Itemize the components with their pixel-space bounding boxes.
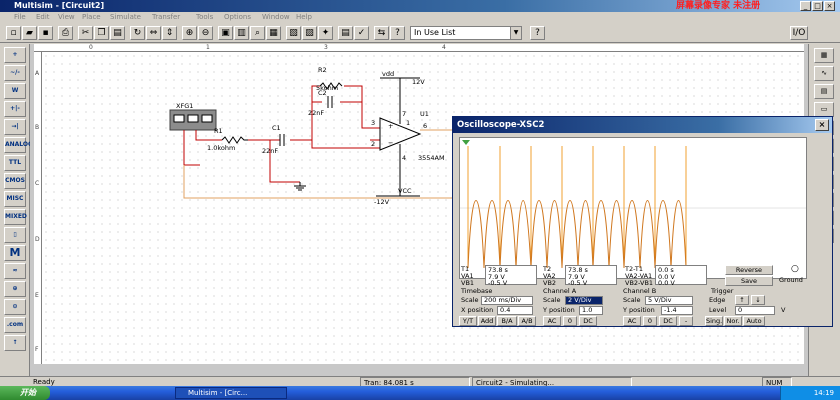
svg-text:3: 3 (371, 119, 375, 127)
rising-edge-icon[interactable]: ↑ (735, 295, 749, 305)
channel-b-y-position-field[interactable]: -1.4 (661, 306, 693, 315)
ba-mode-button[interactable]: B/A (497, 316, 517, 326)
svg-text:−: − (388, 139, 393, 147)
timebase-title: Timebase (461, 287, 493, 295)
close-icon[interactable]: × (815, 119, 829, 131)
svg-text:4: 4 (402, 154, 406, 162)
reverse-button[interactable]: Reverse (725, 265, 773, 275)
c2-value: 22nF (308, 109, 324, 117)
auto-trigger-button[interactable]: Auto (743, 316, 765, 326)
taskbar: 开始 Multisim - [Circ... 14:19 (0, 386, 840, 400)
vcc-voltage: -12V (374, 198, 390, 206)
channel-b-ac-button[interactable]: AC (623, 316, 641, 326)
channel-b-scale-field[interactable]: 5 V/Div (645, 296, 693, 305)
r1-label: R1 (214, 127, 223, 135)
channel-a-title: Channel A (543, 287, 577, 295)
svg-text:6: 6 (423, 122, 427, 130)
oscilloscope-trace (460, 140, 806, 269)
xfg-label: XFG1 (176, 102, 193, 110)
trigger-title: Trigger (711, 287, 734, 295)
save-button[interactable]: Save (725, 276, 773, 286)
t2-readout: 73.8 s 7.9 V -0.5 V (565, 265, 617, 286)
channel-b-dc-button[interactable]: DC (659, 316, 677, 326)
single-trigger-button[interactable]: Sing. (705, 316, 723, 326)
oscilloscope-title-bar[interactable]: Oscilloscope-XSC2 × (453, 117, 832, 133)
channel-a-y-position-field[interactable]: 1.0 (579, 306, 603, 315)
oscilloscope-screen[interactable] (459, 137, 807, 279)
t1-readout: 73.8 s 7.9 V -0.5 V (485, 265, 537, 286)
oscilloscope-window[interactable]: Oscilloscope-XSC2 × T1 VA1 VB1 73.8 s7.9… (452, 116, 833, 327)
channel-a-ac-button[interactable]: AC (543, 316, 561, 326)
yt-mode-button[interactable]: Y/T (459, 316, 477, 326)
trigger-level-field[interactable]: 0 (735, 306, 775, 315)
ground-terminal-icon[interactable]: ○ (791, 265, 799, 274)
status-bar: Ready Tran: 84.081 s Circuit2 - Simulati… (0, 376, 840, 387)
start-button[interactable]: 开始 (0, 386, 50, 400)
c1-value: 22nF (262, 147, 278, 155)
channel-b-title: Channel B (623, 287, 657, 295)
channel-a-scale-field[interactable]: 2 V/Div (565, 296, 603, 305)
ab-mode-button[interactable]: A/B (518, 316, 536, 326)
x-position-field[interactable]: 0.4 (497, 306, 533, 315)
channel-b-trace (467, 200, 687, 269)
vcc-label: VCC (398, 187, 412, 195)
svg-text:1: 1 (406, 119, 410, 127)
falling-edge-icon[interactable]: ↓ (751, 295, 765, 305)
channel-a-zero-button[interactable]: 0 (563, 316, 577, 326)
vdd-label: vdd (382, 70, 394, 78)
svg-text:7: 7 (402, 110, 406, 118)
u1-label: U1 (420, 110, 429, 118)
svg-text:+: + (388, 122, 393, 130)
c1-label: C1 (272, 124, 281, 132)
channel-b-zero-button[interactable]: 0 (643, 316, 657, 326)
svg-text:2: 2 (371, 140, 375, 148)
oscilloscope-title: Oscilloscope-XSC2 (457, 120, 545, 130)
channel-a-dc-button[interactable]: DC (579, 316, 597, 326)
channel-b-invert-button[interactable]: - (679, 316, 693, 326)
vdd-voltage: 12V (412, 78, 425, 86)
c2-label: C2 (318, 89, 327, 97)
r1-value: 1.0kohm (207, 144, 235, 152)
add-mode-button[interactable]: Add (478, 316, 496, 326)
r2-label: R2 (318, 66, 327, 74)
normal-trigger-button[interactable]: Nor. (724, 316, 742, 326)
ground-label: Ground (779, 276, 803, 284)
cursor-marker-icon (462, 140, 470, 145)
timebase-scale-field[interactable]: 200 ms/Div (481, 296, 533, 305)
taskbar-app-multisim[interactable]: Multisim - [Circ... (175, 387, 287, 399)
clock: 14:19 (813, 389, 834, 397)
t2-t1-readout: 0.0 s 0.0 V 0.0 V (655, 265, 707, 286)
system-tray: 14:19 (780, 386, 840, 400)
u1-part: 3554AM (418, 154, 445, 162)
